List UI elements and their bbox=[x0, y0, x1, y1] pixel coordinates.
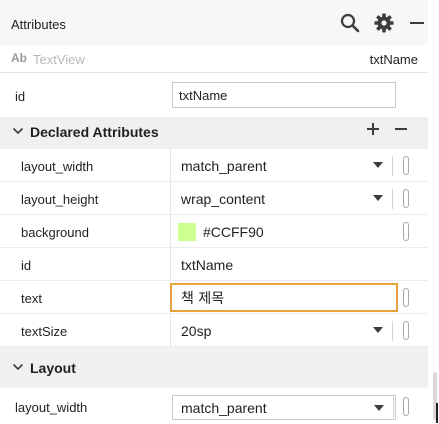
attr-value[interactable]: txtName bbox=[181, 257, 233, 273]
attr-row-text-size: textSize 20sp bbox=[0, 314, 428, 347]
attr-name: background bbox=[21, 225, 89, 240]
resource-picker-button[interactable] bbox=[403, 156, 409, 175]
gear-icon[interactable] bbox=[373, 12, 395, 34]
attributes-panel: Attributes Ab TextView txtName id txtNam… bbox=[0, 0, 428, 424]
id-label: id bbox=[15, 89, 26, 104]
attr-row-text: text bbox=[0, 281, 428, 314]
attr-name: id bbox=[21, 258, 32, 273]
attr-name: layout_width bbox=[21, 159, 94, 174]
resource-picker-button[interactable] bbox=[403, 288, 409, 307]
resource-picker-button[interactable] bbox=[403, 189, 409, 208]
attr-name: layout_width bbox=[15, 400, 88, 415]
dropdown-separator bbox=[392, 321, 393, 341]
resize-handle[interactable] bbox=[436, 403, 438, 423]
chevron-down-icon[interactable] bbox=[12, 362, 24, 372]
attr-value[interactable]: match_parent bbox=[181, 400, 267, 416]
panel-title: Attributes bbox=[11, 17, 66, 32]
text-value-input[interactable] bbox=[170, 283, 398, 312]
attr-row-layout-height: layout_height wrap_content bbox=[0, 182, 428, 215]
resource-picker-button[interactable] bbox=[403, 397, 409, 416]
attr-row-background: background #CCFF90 bbox=[0, 215, 428, 248]
dropdown-separator bbox=[392, 189, 393, 209]
attr-name: textSize bbox=[21, 324, 68, 339]
dropdown-arrow-icon[interactable] bbox=[373, 327, 383, 333]
attr-name: text bbox=[21, 291, 42, 306]
column-divider bbox=[170, 215, 171, 248]
attr-value[interactable]: #CCFF90 bbox=[203, 224, 264, 240]
dropdown-arrow-icon[interactable] bbox=[373, 162, 383, 168]
chevron-down-icon[interactable] bbox=[12, 126, 24, 136]
column-divider bbox=[170, 314, 171, 347]
minimize-icon[interactable] bbox=[406, 12, 428, 34]
declared-attributes-title: Declared Attributes bbox=[30, 124, 159, 140]
component-type: TextView bbox=[33, 52, 85, 67]
attr-row-layout-width: layout_width match_parent bbox=[0, 149, 428, 182]
attr-value[interactable]: 20sp bbox=[181, 323, 211, 339]
color-swatch[interactable] bbox=[178, 223, 196, 241]
search-icon[interactable] bbox=[339, 12, 361, 34]
minus-icon[interactable] bbox=[393, 121, 409, 137]
component-id: txtName bbox=[369, 52, 418, 67]
attr-name: layout_height bbox=[21, 192, 99, 207]
id-input[interactable] bbox=[172, 82, 396, 108]
dropdown-separator bbox=[392, 156, 393, 176]
attr-value[interactable]: match_parent bbox=[181, 158, 267, 174]
column-divider bbox=[170, 182, 171, 215]
column-divider bbox=[170, 149, 171, 182]
resource-picker-button[interactable] bbox=[403, 222, 409, 241]
scrollbar-track[interactable] bbox=[428, 0, 439, 424]
attr-value[interactable]: wrap_content bbox=[181, 191, 265, 207]
dropdown-separator bbox=[393, 397, 394, 418]
column-divider bbox=[170, 248, 171, 281]
attr-row-id: id txtName bbox=[0, 248, 428, 281]
textview-icon: Ab bbox=[11, 51, 27, 65]
plus-icon[interactable] bbox=[365, 121, 381, 137]
resource-picker-button[interactable] bbox=[403, 321, 409, 340]
dropdown-arrow-icon[interactable] bbox=[373, 195, 383, 201]
layout-section-title: Layout bbox=[30, 360, 76, 376]
dropdown-arrow-icon[interactable] bbox=[374, 405, 384, 411]
